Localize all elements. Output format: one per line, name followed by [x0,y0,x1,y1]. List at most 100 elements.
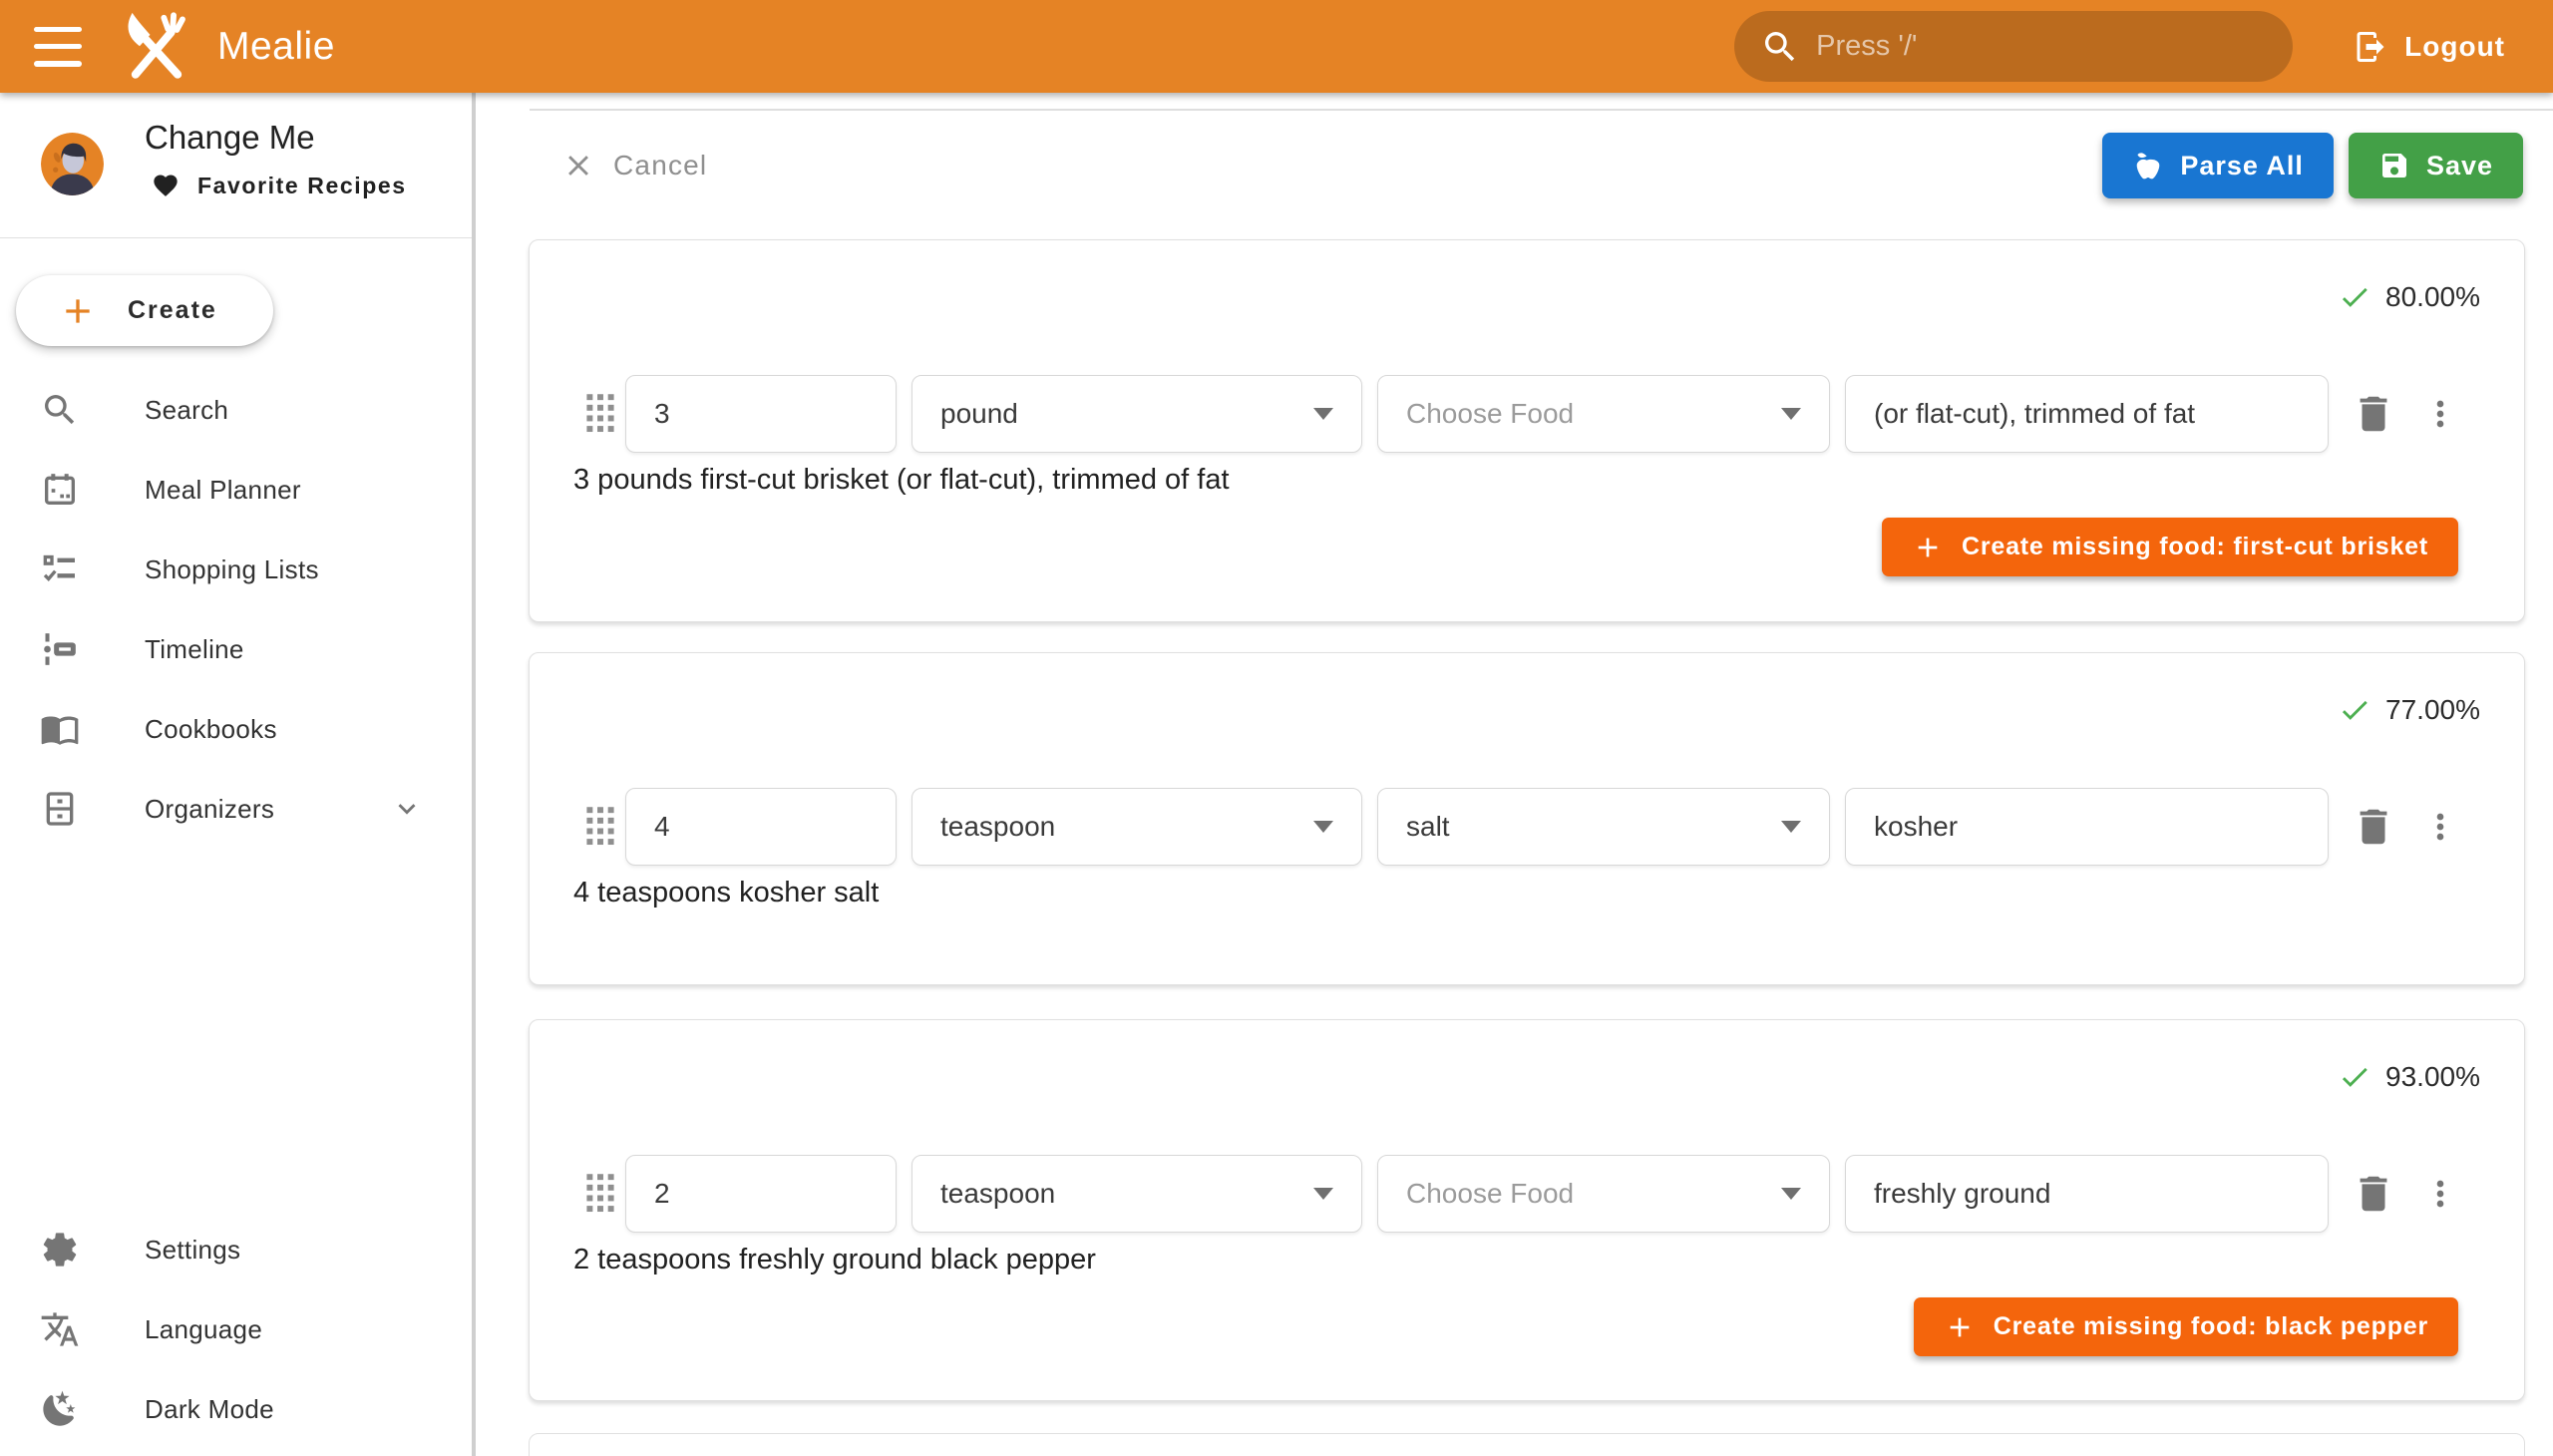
ingredient-fields: teaspoon Choose Food [585,1155,2460,1233]
food-select[interactable]: Choose Food [1377,375,1830,453]
parse-all-button[interactable]: Parse All [2102,133,2334,198]
magnify-icon [40,390,80,430]
mealie-logo-icon [118,8,195,86]
kebab-icon [2420,1174,2460,1214]
ingredient-fields: pound Choose Food [585,375,2460,453]
create-missing-food-button[interactable]: Create missing food: first-cut brisket [1882,518,2458,576]
note-input[interactable] [1874,398,2300,430]
trash-icon [2351,804,2396,850]
delete-button[interactable] [2351,391,2396,437]
create-missing-food-button[interactable]: Create missing food: black pepper [1914,1297,2458,1356]
confidence-indicator: 80.00% [2338,280,2480,314]
favorite-recipes-link[interactable]: Favorite Recipes [152,172,407,199]
drawer-icon [40,789,80,829]
ingredient-card: 80.00% pound [529,239,2525,622]
confidence-value: 93.00% [2385,1061,2480,1093]
profile-section: Change Me Favorite Recipes [0,93,476,237]
sidebar-item-cookbooks[interactable]: Cookbooks [0,689,476,769]
create-button[interactable]: Create [16,275,273,346]
dropdown-caret-icon [1313,1188,1333,1200]
confidence-value: 77.00% [2385,694,2480,726]
food-select[interactable]: Choose Food [1377,1155,1830,1233]
more-options-button[interactable] [2420,1174,2460,1214]
drag-handle-icon[interactable] [585,806,615,848]
note-input[interactable] [1874,1178,2300,1210]
avatar[interactable] [41,133,104,195]
note-input[interactable] [1874,811,2300,843]
sidebar: Change Me Favorite Recipes Create Search [0,93,476,1456]
more-options-button[interactable] [2420,807,2460,847]
kebab-icon [2420,807,2460,847]
unit-select[interactable]: pound [912,375,1362,453]
plus-icon [1944,1311,1976,1343]
dropdown-caret-icon [1781,821,1801,833]
ingredient-list: 80.00% pound [529,239,2525,1456]
trash-icon [2351,1171,2396,1217]
app-header: Mealie Press '/' Logout [0,0,2553,93]
apple-icon [2132,150,2164,182]
sidebar-item-search[interactable]: Search [0,370,476,450]
quantity-input[interactable] [654,398,868,430]
search-bar[interactable]: Press '/' [1734,11,2293,82]
search-placeholder: Press '/' [1816,30,1917,63]
confidence-indicator: 93.00% [2338,1060,2480,1094]
app-title: Mealie [217,25,335,69]
delete-button[interactable] [2351,804,2396,850]
sidebar-item-language[interactable]: Language [0,1289,476,1369]
original-ingredient-text: 4 teaspoons kosher salt [573,877,879,910]
dropdown-caret-icon [1781,1188,1801,1200]
confidence-value: 80.00% [2385,281,2480,313]
unit-select[interactable]: teaspoon [912,1155,1362,1233]
logout-button[interactable]: Logout [2353,29,2505,65]
check-icon [2338,693,2371,727]
dropdown-caret-icon [1781,408,1801,420]
sidebar-item-settings[interactable]: Settings [0,1210,476,1289]
original-ingredient-text: 3 pounds first-cut brisket (or flat-cut)… [573,464,1230,497]
delete-button[interactable] [2351,1171,2396,1217]
heart-icon [152,172,180,199]
sidebar-divider [0,237,476,238]
menu-icon[interactable] [34,27,82,67]
drag-handle-icon[interactable] [585,1173,615,1215]
dropdown-caret-icon [1313,408,1333,420]
sidebar-scrollbar[interactable] [472,93,476,1456]
plus-icon [58,291,98,331]
plus-icon [1912,532,1944,563]
content-top-divider [530,109,2553,111]
save-icon [2378,150,2410,182]
sidebar-footer: Settings Language Dark Mode [0,1210,476,1449]
mealie-app: Mealie Press '/' Logout [0,0,2553,1456]
profile-name: Change Me [145,119,315,157]
close-icon [561,149,595,182]
ingredient-parser-page: Cancel Parse All Save [476,93,2553,1456]
kebab-icon [2420,394,2460,434]
open-book-icon [40,709,80,749]
ingredient-card: 77.00% teaspoon [529,652,2525,985]
toolbar-actions: Parse All Save [2102,133,2523,198]
sidebar-item-shopping-lists[interactable]: Shopping Lists [0,530,476,609]
quantity-input[interactable] [654,811,868,843]
timeline-icon [40,629,80,669]
food-select[interactable]: salt [1377,788,1830,866]
ingredient-fields: teaspoon salt [585,788,2460,866]
save-button[interactable]: Save [2349,133,2523,198]
gear-icon [40,1230,80,1270]
search-icon [1760,27,1800,67]
calendar-icon [40,470,80,510]
sidebar-item-organizers[interactable]: Organizers [0,769,476,849]
trash-icon [2351,391,2396,437]
check-icon [2338,280,2371,314]
drag-handle-icon[interactable] [585,393,615,435]
quantity-input[interactable] [654,1178,868,1210]
sidebar-item-timeline[interactable]: Timeline [0,609,476,689]
sidebar-item-dark-mode[interactable]: Dark Mode [0,1369,476,1449]
sidebar-item-meal-planner[interactable]: Meal Planner [0,450,476,530]
cancel-button[interactable]: Cancel [561,133,707,198]
unit-select[interactable]: teaspoon [912,788,1362,866]
logout-icon [2353,29,2388,65]
original-ingredient-text: 2 teaspoons freshly ground black pepper [573,1244,1096,1276]
sidebar-nav: Search Meal Planner [0,370,476,849]
more-options-button[interactable] [2420,394,2460,434]
check-icon [2338,1060,2371,1094]
confidence-indicator: 77.00% [2338,693,2480,727]
